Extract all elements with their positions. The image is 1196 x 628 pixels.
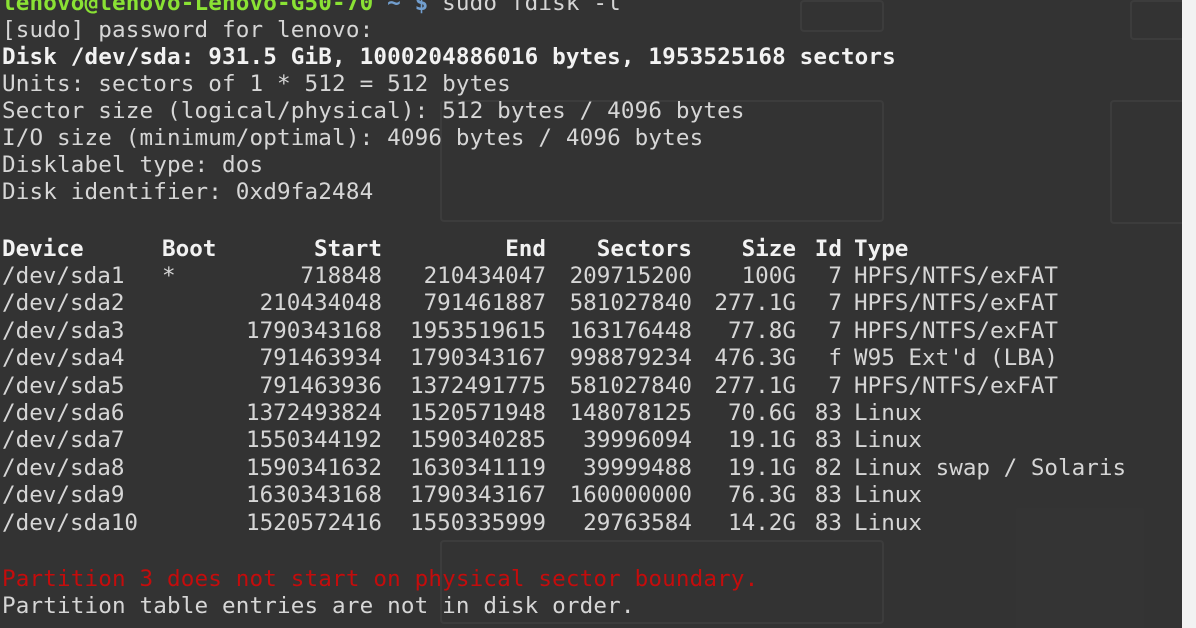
prompt-command: sudo fdisk -l	[442, 0, 621, 16]
partition-sectors-cell: 209715200	[569, 263, 692, 289]
sector-size-line: Sector size (logical/physical): 512 byte…	[2, 98, 745, 124]
partition-id-cell: 7	[828, 318, 842, 344]
disk-order-notice: Partition table entries are not in disk …	[2, 593, 635, 619]
partition-sectors-cell: 998879234	[569, 345, 692, 371]
partition-id-cell: 83	[814, 482, 842, 508]
partition-id-cell: f	[828, 345, 842, 371]
header-start: Start	[313, 236, 382, 262]
partition-size-cell: 77.8G	[727, 318, 796, 344]
partition-boot-cell: *	[162, 263, 176, 289]
partition-device-cell: /dev/sda9	[2, 482, 125, 508]
partition-device-cell: /dev/sda1	[2, 263, 125, 289]
partition-start-cell: 1630343168	[245, 482, 382, 508]
partition-type-cell: HPFS/NTFS/exFAT	[854, 290, 1059, 316]
partition-end-cell: 1372491775	[409, 373, 546, 399]
prompt-line: lenovo@lenovo-Lenovo-G50-70 ~ $ sudo fdi…	[2, 0, 621, 17]
partition-size-cell: 76.3G	[727, 482, 796, 508]
terminal-window[interactable]: lenovo@lenovo-Lenovo-G50-70 ~ $ sudo fdi…	[0, 0, 1182, 628]
partition-size-cell: 19.1G	[727, 455, 796, 481]
header-boot: Boot	[162, 236, 217, 262]
partition-type-cell: W95 Ext'd (LBA)	[854, 345, 1059, 371]
partition-id-cell: 83	[814, 427, 842, 453]
partition-sectors-cell: 163176448	[569, 318, 692, 344]
header-id: Id	[814, 236, 842, 262]
partition-device-cell: /dev/sda2	[2, 290, 125, 316]
partition-start-cell: 1550344192	[245, 427, 382, 453]
prompt-user-host: lenovo@lenovo-Lenovo-G50-70	[2, 0, 374, 16]
partition-device-cell: /dev/sda7	[2, 427, 125, 453]
header-size: Size	[741, 236, 796, 262]
prompt-symbol: $	[414, 0, 429, 16]
header-end: End	[505, 236, 546, 262]
partition-start-cell: 1520572416	[245, 510, 382, 536]
partition-start-cell: 791463936	[259, 373, 382, 399]
partition-type-cell: HPFS/NTFS/exFAT	[854, 373, 1059, 399]
sudo-password-prompt: [sudo] password for lenovo:	[2, 17, 374, 43]
partition-end-cell: 1520571948	[409, 400, 546, 426]
partition-size-cell: 14.2G	[727, 510, 796, 536]
disk-summary-line: Disk /dev/sda: 931.5 GiB, 1000204886016 …	[2, 44, 896, 70]
partition-size-cell: 70.6G	[727, 400, 796, 426]
partition-id-cell: 82	[814, 455, 842, 481]
partition-type-cell: Linux	[854, 427, 923, 453]
header-device: Device	[2, 236, 84, 262]
partition-sectors-cell: 39996094	[583, 427, 692, 453]
header-type: Type	[854, 236, 909, 262]
partition-type-cell: HPFS/NTFS/exFAT	[854, 318, 1059, 344]
units-line: Units: sectors of 1 * 512 = 512 bytes	[2, 71, 511, 97]
partition-id-cell: 7	[828, 263, 842, 289]
prompt-path: ~	[387, 0, 401, 16]
partition-size-cell: 19.1G	[727, 427, 796, 453]
sector-boundary-warning: Partition 3 does not start on physical s…	[2, 566, 759, 592]
partition-size-cell: 476.3G	[714, 345, 796, 371]
partition-sectors-cell: 39999488	[583, 455, 692, 481]
partition-end-cell: 791461887	[423, 290, 546, 316]
partition-size-cell: 100G	[741, 263, 796, 289]
partition-sectors-cell: 29763584	[583, 510, 692, 536]
partition-sectors-cell: 581027840	[569, 373, 692, 399]
partition-sectors-cell: 160000000	[569, 482, 692, 508]
partition-device-cell: /dev/sda4	[2, 345, 125, 371]
partition-end-cell: 210434047	[423, 263, 546, 289]
partition-end-cell: 1630341119	[409, 455, 546, 481]
background-window-edge	[1182, 0, 1196, 628]
partition-id-cell: 83	[814, 510, 842, 536]
partition-end-cell: 1590340285	[409, 427, 546, 453]
partition-device-cell: /dev/sda6	[2, 400, 125, 426]
partition-end-cell: 1790343167	[409, 345, 546, 371]
partition-start-cell: 210434048	[259, 290, 382, 316]
partition-id-cell: 83	[814, 400, 842, 426]
partition-end-cell: 1790343167	[409, 482, 546, 508]
disk-identifier-line: Disk identifier: 0xd9fa2484	[2, 179, 374, 205]
desktop-screen: lenovo@lenovo-Lenovo-G50-70 ~ $ sudo fdi…	[0, 0, 1196, 628]
partition-type-cell: Linux	[854, 400, 923, 426]
partition-device-cell: /dev/sda5	[2, 373, 125, 399]
partition-type-cell: Linux swap / Solaris	[854, 455, 1127, 481]
partition-start-cell: 1372493824	[245, 400, 382, 426]
partition-start-cell: 1590341632	[245, 455, 382, 481]
header-sectors: Sectors	[596, 236, 692, 262]
partition-start-cell: 791463934	[259, 345, 382, 371]
partition-device-cell: /dev/sda8	[2, 455, 125, 481]
partition-type-cell: HPFS/NTFS/exFAT	[854, 263, 1059, 289]
partition-start-cell: 718848	[300, 263, 382, 289]
io-size-line: I/O size (minimum/optimal): 4096 bytes /…	[2, 125, 704, 151]
partition-end-cell: 1953519615	[409, 318, 546, 344]
partition-id-cell: 7	[828, 290, 842, 316]
partition-device-cell: /dev/sda10	[2, 510, 139, 536]
partition-device-cell: /dev/sda3	[2, 318, 125, 344]
partition-size-cell: 277.1G	[714, 290, 796, 316]
partition-end-cell: 1550335999	[409, 510, 546, 536]
partition-start-cell: 1790343168	[245, 318, 382, 344]
partition-size-cell: 277.1G	[714, 373, 796, 399]
partition-id-cell: 7	[828, 373, 842, 399]
partition-sectors-cell: 581027840	[569, 290, 692, 316]
disklabel-line: Disklabel type: dos	[2, 152, 264, 178]
partition-sectors-cell: 148078125	[569, 400, 692, 426]
partition-type-cell: Linux	[854, 482, 923, 508]
partition-table-header: Device Boot Start End Sectors Size Id Ty…	[2, 236, 908, 263]
partition-type-cell: Linux	[854, 510, 923, 536]
